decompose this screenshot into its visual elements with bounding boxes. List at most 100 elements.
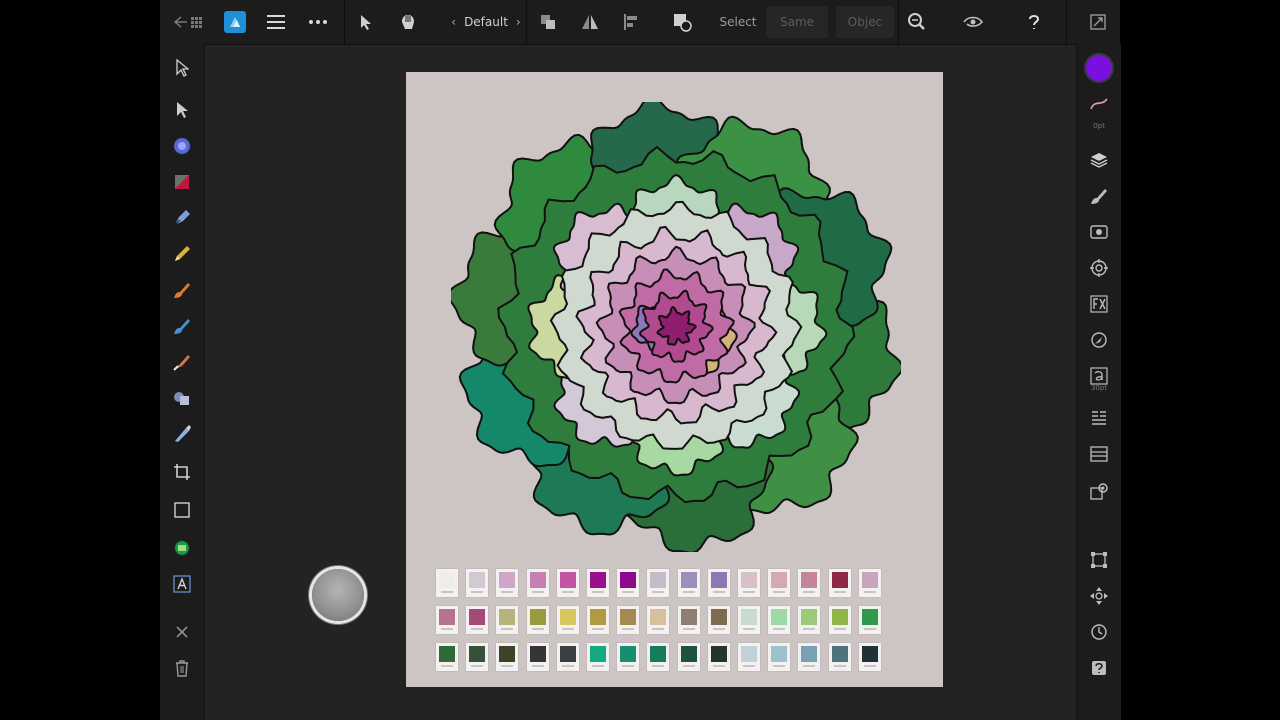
fullscreen-icon[interactable] [1084, 6, 1112, 38]
color-swatch[interactable] [556, 643, 579, 671]
menu-icon[interactable] [262, 6, 290, 38]
color-swatch[interactable] [828, 606, 851, 634]
boolean-operations-icon[interactable] [668, 6, 696, 38]
snapping-settings-icon[interactable] [1085, 582, 1113, 610]
move-tool-icon[interactable] [168, 54, 196, 82]
color-swatch[interactable] [526, 569, 549, 597]
color-swatch[interactable] [496, 643, 519, 671]
color-swatch[interactable] [707, 643, 730, 671]
layers-icon[interactable] [1085, 146, 1113, 174]
flower-artwork[interactable] [451, 102, 901, 552]
color-swatch[interactable] [466, 643, 489, 671]
color-swatch[interactable] [677, 569, 700, 597]
character-icon[interactable] [1085, 404, 1113, 432]
pen-tool-icon[interactable] [168, 204, 196, 232]
color-swatch[interactable] [466, 606, 489, 634]
transform-icon[interactable] [1085, 546, 1113, 574]
color-swatch[interactable] [587, 569, 609, 597]
history-icon[interactable] [1085, 618, 1113, 646]
close-icon[interactable] [168, 618, 196, 646]
fill-tool-icon[interactable] [168, 168, 196, 196]
color-swatch[interactable] [738, 569, 760, 597]
adjustments-icon[interactable] [1085, 254, 1113, 282]
shape-builder-tool-icon[interactable] [168, 384, 196, 412]
persona-selector[interactable]: ‹ Default › [436, 6, 536, 38]
color-swatch[interactable] [556, 569, 579, 597]
select-object-button[interactable]: Objec [836, 6, 894, 38]
color-swatch[interactable] [526, 643, 549, 671]
designer-persona-icon[interactable] [352, 6, 380, 38]
transparency-tool-icon[interactable] [168, 420, 196, 448]
select-label[interactable]: Select [716, 6, 760, 38]
color-swatch[interactable] [496, 606, 519, 634]
view-mode-icon[interactable] [960, 6, 988, 38]
color-swatch[interactable] [798, 569, 821, 597]
color-swatch[interactable] [768, 569, 791, 597]
color-swatch[interactable] [587, 643, 609, 671]
color-picker-tool-icon[interactable] [168, 132, 196, 160]
color-swatch[interactable] [768, 606, 791, 634]
color-swatch[interactable] [436, 606, 458, 634]
command-controller-button[interactable] [312, 569, 364, 621]
arrange-icon[interactable] [534, 6, 562, 38]
rectangle-tool-icon[interactable] [168, 496, 196, 524]
stroke-icon[interactable] [1085, 90, 1113, 118]
vector-brush-tool-icon[interactable] [168, 276, 196, 304]
color-swatch[interactable] [677, 643, 700, 671]
assets-icon[interactable] [1085, 478, 1113, 506]
effects-icon[interactable] [1085, 290, 1113, 318]
select-same-button[interactable]: Same [766, 6, 828, 38]
color-swatch[interactable] [828, 643, 851, 671]
chevron-left-icon[interactable]: ‹ [451, 15, 456, 29]
color-swatch[interactable] [526, 606, 549, 634]
stock-icon[interactable] [1085, 440, 1113, 468]
color-swatch[interactable] [707, 606, 730, 634]
color-swatch[interactable] [617, 569, 640, 597]
appearance-icon[interactable] [1085, 218, 1113, 246]
color-swatch[interactable] [466, 569, 489, 597]
color-swatch[interactable] [738, 606, 760, 634]
color-swatch[interactable] [738, 643, 760, 671]
color-swatch[interactable] [647, 606, 670, 634]
pencil-tool-icon[interactable] [168, 240, 196, 268]
align-icon[interactable] [618, 6, 646, 38]
color-swatch[interactable] [587, 606, 609, 634]
color-swatch[interactable] [556, 606, 579, 634]
color-swatch[interactable] [828, 569, 851, 597]
crop-tool-icon[interactable] [168, 458, 196, 486]
color-swatch[interactable] [436, 569, 458, 597]
document-canvas[interactable] [406, 72, 943, 687]
text-tool-icon[interactable] [168, 570, 196, 598]
color-swatch[interactable] [798, 643, 821, 671]
help-panel-icon[interactable] [1085, 654, 1113, 682]
back-to-documents-icon[interactable] [168, 6, 208, 38]
paint-brush-tool-icon[interactable] [168, 348, 196, 376]
chevron-right-icon[interactable]: › [516, 15, 521, 29]
color-swatch[interactable] [858, 569, 881, 597]
navigator-icon[interactable] [1085, 326, 1113, 354]
brushes-icon[interactable] [1085, 182, 1113, 210]
node-tool-icon[interactable] [168, 96, 196, 124]
trash-icon[interactable] [168, 654, 196, 682]
more-options-icon[interactable] [304, 6, 332, 38]
color-swatch[interactable] [496, 569, 519, 597]
color-swatch[interactable] [707, 569, 730, 597]
color-swatch[interactable] [768, 643, 791, 671]
color-swatch[interactable] [798, 606, 821, 634]
color-swatch-button[interactable] [1085, 54, 1113, 82]
pixel-persona-icon[interactable] [394, 6, 422, 38]
place-image-tool-icon[interactable] [168, 534, 196, 562]
snapping-icon[interactable] [902, 6, 930, 38]
color-swatch[interactable] [617, 606, 640, 634]
affinity-designer-logo-icon[interactable] [222, 6, 248, 38]
color-swatch[interactable] [647, 643, 670, 671]
flip-icon[interactable] [576, 6, 604, 38]
color-swatch[interactable] [677, 606, 700, 634]
help-icon[interactable] [1020, 6, 1048, 38]
pixel-brush-tool-icon[interactable] [168, 312, 196, 340]
color-swatch[interactable] [647, 569, 670, 597]
color-swatch[interactable] [858, 643, 881, 671]
color-swatch[interactable] [436, 643, 458, 671]
color-swatch[interactable] [858, 606, 881, 634]
color-swatch[interactable] [617, 643, 640, 671]
